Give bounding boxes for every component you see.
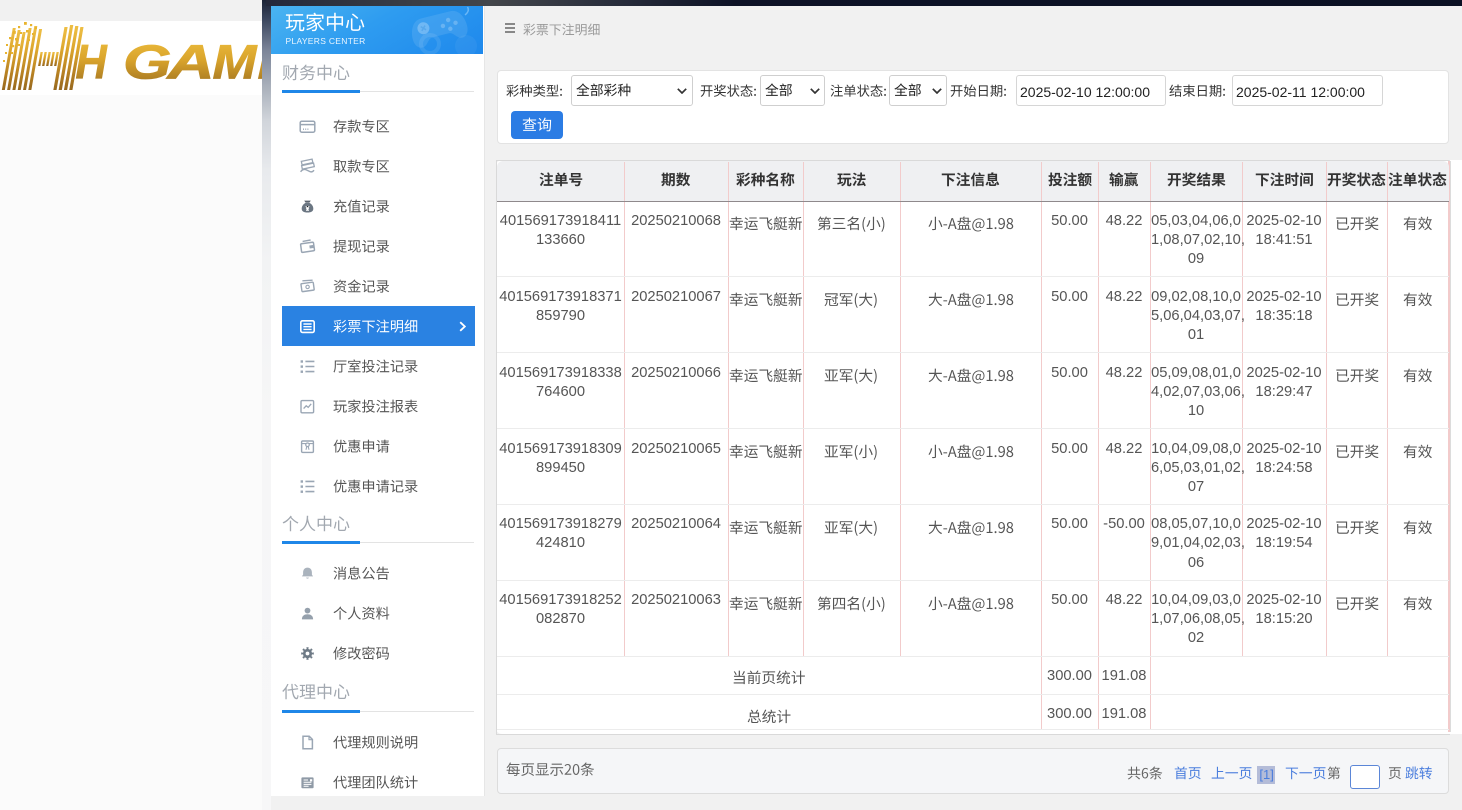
svg-text:H: H xyxy=(76,35,108,89)
svg-text:A: A xyxy=(165,36,214,90)
svg-text:M: M xyxy=(213,35,258,89)
svg-text:E: E xyxy=(258,35,263,89)
svg-text:G: G xyxy=(123,35,172,88)
